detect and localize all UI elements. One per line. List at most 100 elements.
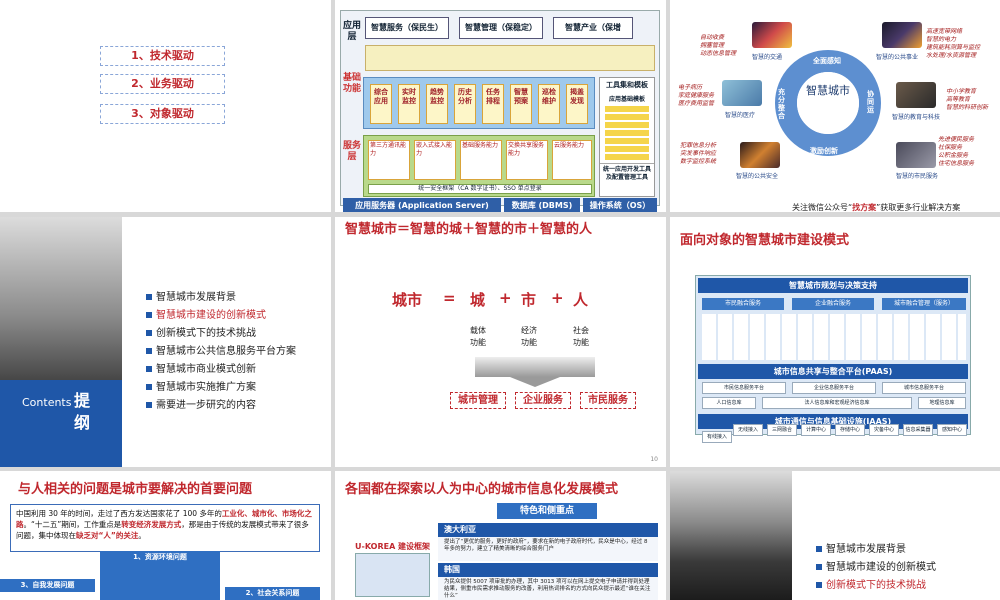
planning-bar: 智慧城市规划与决策支持 bbox=[698, 278, 968, 293]
photo-caption: 智慧的公共事业 bbox=[876, 54, 919, 61]
service-label: 市民服务 bbox=[580, 392, 636, 409]
slide-thumbnail-6[interactable]: 面向对象的智慧城市建设模式 智慧城市规划与决策支持 市民融合服务 企业融合服务 … bbox=[670, 217, 1000, 467]
function-box: 揭盖发现 bbox=[566, 84, 588, 124]
layer-label-base: 基础功能 bbox=[343, 73, 362, 94]
slide-title: 面向对象的智慧城市建设模式 bbox=[680, 233, 850, 248]
tools-footer: 统一应用开发工具及配置管理工具 bbox=[600, 163, 654, 184]
function-caption: 经济 功能 bbox=[521, 326, 537, 347]
function-box: 趋势监控 bbox=[426, 84, 448, 124]
slide-title: 智慧城市＝智慧的城＋智慧的市＋智慧的人 bbox=[345, 222, 593, 237]
traffic-photo bbox=[752, 22, 792, 48]
architecture-diagram: 应用层 智慧服务（保民生） 智慧管理（保稳定） 智慧产业（保增 基础功能 综合应… bbox=[340, 10, 660, 212]
tools-title: 工具集和模板 bbox=[606, 81, 648, 89]
feature-ribbon: 特色和侧重点 bbox=[497, 503, 597, 519]
group-header: 市民融合服务 bbox=[702, 298, 784, 310]
paas-bar: 城市信息共享与整合平台(PAAS) bbox=[698, 364, 968, 379]
function-caption: 社会 功能 bbox=[573, 326, 589, 347]
slide-thumbnail-4[interactable]: Contents 提纲 智慧城市发展背景 智慧城市建设的创新模式 创新模式下的技… bbox=[0, 217, 331, 467]
tools-template-grid bbox=[605, 106, 649, 160]
page-number: 10 bbox=[650, 456, 658, 463]
function-caption: 载体 功能 bbox=[470, 326, 486, 347]
outline-item: 智慧城市建设的创新模式 bbox=[816, 559, 936, 577]
photo-caption: 智慧的教育与科技 bbox=[892, 114, 941, 121]
iaas-cell: 有线接入 bbox=[702, 431, 732, 443]
service-label: 企业服务 bbox=[515, 392, 571, 409]
app-box: 智慧管理（保稳定） bbox=[459, 17, 543, 39]
tools-panel: 工具集和模板 应用基础模板 统一应用开发工具及配置管理工具 bbox=[599, 77, 655, 197]
service-row: 第三方通讯能力 嵌入式接入能力 基础服务能力 交换共享服务能力 云服务能力 统一… bbox=[363, 135, 595, 197]
eq-sign: + bbox=[499, 289, 512, 307]
service-box: 云服务能力 bbox=[552, 140, 592, 180]
os-bar: 操作系统（OS） bbox=[583, 198, 657, 212]
outline-list: 智慧城市发展背景 智慧城市建设的创新模式 创新模式下的技术挑战 bbox=[816, 541, 936, 595]
photo-caption: 智慧的公共安全 bbox=[736, 173, 779, 180]
paas-cell: 地理信息库 bbox=[918, 397, 966, 409]
safety-photo bbox=[740, 142, 780, 168]
slide-thumbnail-9[interactable]: 智慧城市发展背景 智慧城市建设的创新模式 创新模式下的技术挑战 bbox=[670, 471, 1000, 600]
outline-item: 智慧城市公共信息服务平台方案 bbox=[146, 343, 296, 361]
down-arrow-icon bbox=[510, 377, 560, 387]
function-box: 历史分析 bbox=[454, 84, 476, 124]
slide-title: 与人相关的问题是城市要解决的首要问题 bbox=[18, 482, 253, 497]
appserver-bar: 应用服务器 (Application Server) bbox=[343, 198, 501, 212]
wechat-footer: 关注微信公众号“找方案”获取更多行业解决方案 bbox=[792, 203, 961, 212]
service-box: 嵌入式接入能力 bbox=[414, 140, 456, 180]
eq-term: 城市 bbox=[392, 291, 423, 309]
eq-term: 人 bbox=[573, 291, 589, 309]
outline-item-active: 智慧城市建设的创新模式 bbox=[146, 307, 296, 325]
bullet-list-citizen: 先进便民服务 社保服务 公积金服务 住宅信息服务 bbox=[938, 136, 975, 167]
eq-sign: = bbox=[443, 289, 456, 307]
layer-label-service: 服务层 bbox=[343, 141, 362, 162]
utility-photo bbox=[882, 22, 922, 48]
paas-cell: 市民信息服务平台 bbox=[702, 382, 786, 394]
contents-label: Contents bbox=[22, 396, 72, 409]
bullet-list-medical: 电子病历 家庭健康服务 医疗费用监管 bbox=[678, 84, 715, 107]
eq-sign: + bbox=[551, 289, 564, 307]
outline-item-active: 创新模式下的技术挑战 bbox=[816, 577, 936, 595]
tools-subtitle: 应用基础模板 bbox=[608, 96, 645, 103]
service-box: 第三方通讯能力 bbox=[368, 140, 410, 180]
app-box: 智慧服务（保民生） bbox=[365, 17, 449, 39]
iaas-cell: 感知中心 bbox=[937, 424, 967, 436]
ukorea-label: U-KOREA 建设框架 bbox=[355, 542, 431, 551]
app-detail-area bbox=[365, 45, 655, 71]
function-box: 巡检维护 bbox=[538, 84, 560, 124]
ring-label: 激励创新 bbox=[810, 147, 838, 155]
service-cells bbox=[702, 314, 966, 360]
paas-cell: 人口信息库 bbox=[702, 397, 756, 409]
model-diagram: 智慧城市规划与决策支持 市民融合服务 企业融合服务 城市融合管理（服务） 城市信… bbox=[695, 275, 971, 443]
paas-cell: 企业信息服务平台 bbox=[792, 382, 876, 394]
slide-thumbnail-5[interactable]: 智慧城市＝智慧的城＋智慧的市＋智慧的人 城市 = 城 + 市 + 人 载体 功能… bbox=[335, 217, 666, 467]
iaas-cell: 无线接入 bbox=[733, 424, 763, 436]
slide-thumbnail-1[interactable]: 1、技术驱动 2、业务驱动 3、对象驱动 bbox=[0, 0, 331, 212]
slide-thumbnail-2[interactable]: 应用层 智慧服务（保民生） 智慧管理（保稳定） 智慧产业（保增 基础功能 综合应… bbox=[335, 0, 666, 212]
medical-photo bbox=[722, 80, 762, 106]
group-header: 城市融合管理（服务） bbox=[882, 298, 966, 310]
iaas-cell: 灾备中心 bbox=[869, 424, 899, 436]
slide-thumbnail-8[interactable]: 各国都在探索以人为中心的城市信息化发展模式 特色和侧重点 澳大利亚 提出了“更优… bbox=[335, 471, 666, 600]
eq-term: 城 bbox=[470, 291, 486, 309]
problem-badge: 2、社会关系问题 bbox=[225, 587, 320, 600]
country-header: 澳大利亚 bbox=[438, 523, 658, 537]
iaas-cell: 信息采集器 bbox=[903, 424, 933, 436]
outline-item: 智慧城市发展背景 bbox=[816, 541, 936, 559]
ring-label: 充分整合 bbox=[778, 88, 785, 120]
outline-label: 提纲 bbox=[74, 391, 91, 432]
service-box: 交换共享服务能力 bbox=[506, 140, 548, 180]
country-description: 提出了“更优的服务，更好的政府”，要求在新的电子政府时代，民众是中心，经过 8 … bbox=[438, 537, 658, 561]
paas-cell: 城市信息服务平台 bbox=[882, 382, 966, 394]
group-header: 企业融合服务 bbox=[792, 298, 874, 310]
security-bar: 统一安全框架（CA 数字证书）、SSO 单点登录 bbox=[368, 184, 592, 194]
outline-item: 智慧城市实施推广方案 bbox=[146, 379, 296, 397]
paas-cell: 法人信息库和宏观经济信息库 bbox=[762, 397, 912, 409]
driver-item-tech: 1、技术驱动 bbox=[100, 46, 225, 66]
slide-thumbnail-3[interactable]: 智慧城市 全面感知 协同运 激励创新 充分整合 智慧的交通 智慧的公共事业 智慧… bbox=[670, 0, 1000, 212]
photo-caption: 智慧的医疗 bbox=[725, 112, 756, 119]
education-photo bbox=[896, 82, 936, 108]
slide-thumbnail-7[interactable]: 与人相关的问题是城市要解决的首要问题 中国利用 30 年的时间，走过了西方发达国… bbox=[0, 471, 331, 600]
outline-list: 智慧城市发展背景 智慧城市建设的创新模式 创新模式下的技术挑战 智慧城市公共信息… bbox=[146, 289, 296, 415]
layer-label-app: 应用层 bbox=[343, 21, 362, 42]
problem-badge: 3、自我发展问题 bbox=[0, 579, 95, 592]
outline-item: 需要进一步研究的内容 bbox=[146, 397, 296, 415]
ukorea-diagram bbox=[355, 553, 430, 597]
